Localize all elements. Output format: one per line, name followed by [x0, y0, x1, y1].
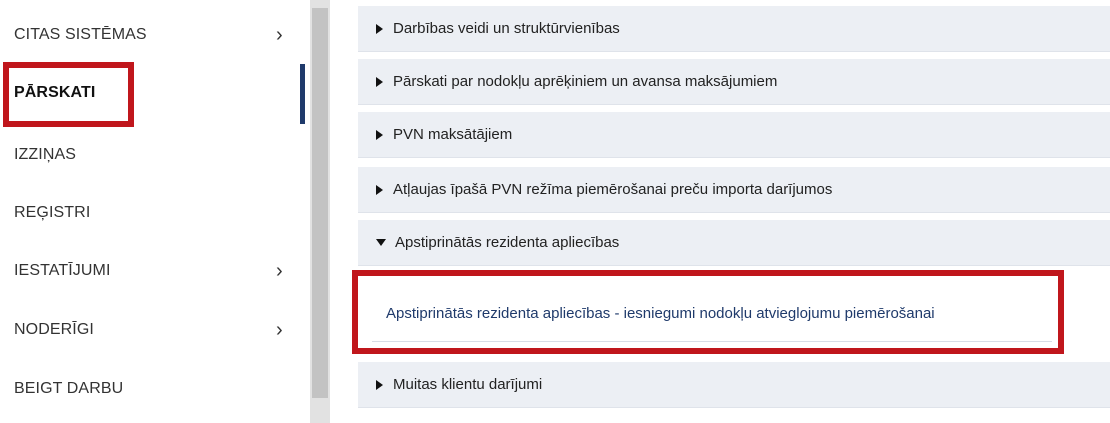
sidebar-item-beigt-darbu[interactable]: BEIGT DARBU [0, 360, 300, 418]
accordion-darbibas-veidi[interactable]: Darbības veidi un struktūrvienības [358, 6, 1110, 52]
caret-right-icon [376, 129, 383, 140]
accordion-content-rezidenta: Apstiprinātās rezidenta apliecības - ies… [358, 272, 1110, 354]
sidebar-item-label: BEIGT DARBU [14, 380, 124, 397]
chevron-right-icon: › [276, 24, 283, 46]
accordion-title: Apstiprinātās rezidenta apliecības [395, 234, 620, 251]
sidebar-item-label: REĢISTRI [14, 204, 91, 221]
sidebar-item-iestatijumi[interactable]: IESTATĪJUMI › [0, 242, 300, 300]
accordion-rezidenta-apliecibas[interactable]: Apstiprinātās rezidenta apliecības [358, 220, 1110, 266]
caret-right-icon [376, 76, 383, 87]
caret-right-icon [376, 184, 383, 195]
sidebar-item-label: PĀRSKATI [14, 84, 96, 101]
sidebar-item-parskati[interactable]: PĀRSKATI [0, 64, 300, 122]
caret-right-icon [376, 23, 383, 34]
rezidenta-apliecibas-link[interactable]: Apstiprinātās rezidenta apliecības - ies… [386, 305, 935, 322]
sidebar-item-izzinas[interactable]: IZZIŅAS [0, 126, 300, 184]
accordion-title: Darbības veidi un struktūrvienības [393, 20, 620, 37]
accordion-title: PVN maksātājiem [393, 126, 513, 143]
accordion-title: Atļaujas īpašā PVN režīma piemērošanai p… [393, 181, 833, 198]
active-indicator [300, 64, 305, 124]
list-item[interactable]: Apstiprinātās rezidenta apliecības - ies… [372, 286, 1052, 342]
sidebar-item-noderigi[interactable]: NODERĪGI › [0, 301, 300, 359]
accordion-title: Muitas klientu darījumi [393, 376, 543, 393]
sidebar-item-label: IESTATĪJUMI [14, 262, 111, 279]
caret-right-icon [376, 379, 383, 390]
sidebar-item-label: CITAS SISTĒMAS [14, 26, 147, 43]
chevron-right-icon: › [276, 319, 283, 341]
accordion-pvn-maksatajiem[interactable]: PVN maksātājiem [358, 112, 1110, 158]
sidebar-item-citas-sistemas[interactable]: CITAS SISTĒMAS › [0, 6, 300, 64]
scrollbar-thumb[interactable] [312, 8, 328, 398]
accordion-parskati-nodokli[interactable]: Pārskati par nodokļu aprēķiniem un avans… [358, 59, 1110, 105]
sidebar-item-label: IZZIŅAS [14, 146, 77, 163]
accordion-title: Pārskati par nodokļu aprēķiniem un avans… [393, 73, 778, 90]
sidebar-item-label: NODERĪGI [14, 321, 94, 338]
caret-down-icon [376, 239, 386, 246]
sidebar-nav: CITAS SISTĒMAS › PĀRSKATI IZZIŅAS REĢIST… [0, 0, 312, 423]
sidebar-item-registri[interactable]: REĢISTRI [0, 184, 300, 242]
accordion-atlaujas-pvn[interactable]: Atļaujas īpašā PVN režīma piemērošanai p… [358, 167, 1110, 213]
accordion-muitas-klientu[interactable]: Muitas klientu darījumi [358, 362, 1110, 408]
chevron-right-icon: › [276, 260, 283, 282]
